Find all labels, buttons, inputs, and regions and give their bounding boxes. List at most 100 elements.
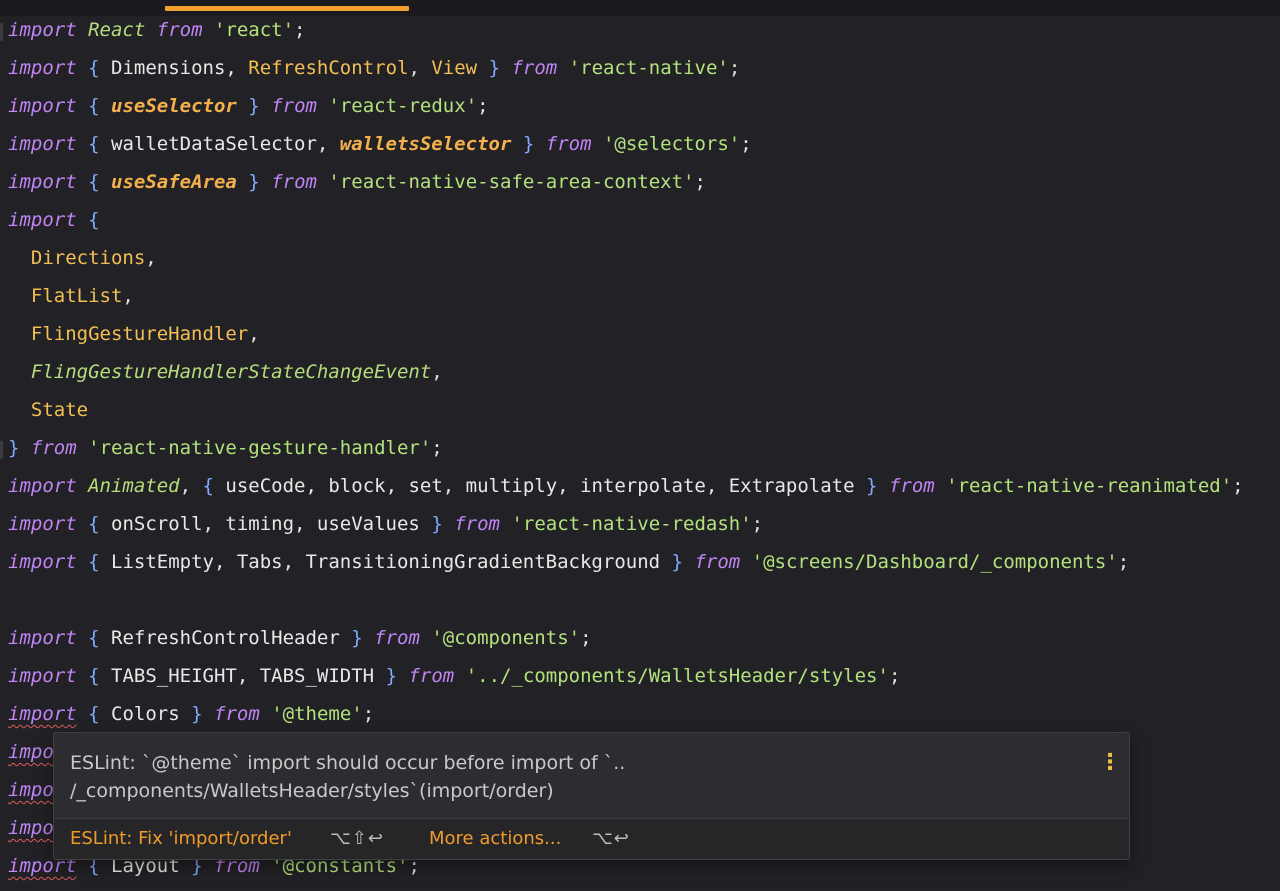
code-line-22: impo: [8, 813, 54, 843]
keyword: import: [8, 209, 77, 231]
keyword: import: [8, 95, 77, 117]
code-line-1: import React from 'react';: [8, 16, 306, 45]
code-line-9: FlingGestureHandler,: [8, 319, 260, 349]
identifier: ListEmpty, Tabs, TransitioningGradientBa…: [111, 551, 661, 573]
fold-marker[interactable]: [0, 441, 3, 459]
identifier: State: [30, 399, 89, 421]
brace: }: [351, 627, 363, 649]
brace: {: [88, 627, 100, 649]
string: 'react-native': [568, 57, 729, 79]
code-line-17: import { RefreshControlHeader } from '@c…: [8, 623, 592, 653]
keyword: impo: [8, 817, 54, 839]
keyword: import: [8, 627, 77, 649]
punctuation: ;: [694, 171, 706, 193]
identifier: Animated: [88, 475, 180, 497]
identifier: useCode, block, set, multiply, interpola…: [225, 475, 855, 497]
identifier: FlingGestureHandler: [30, 323, 249, 345]
keyword: from: [511, 57, 558, 79]
punctuation: ;: [728, 57, 741, 79]
punctuation: ;: [294, 19, 306, 41]
keyword: import: [8, 57, 77, 79]
active-tab-indicator[interactable]: [165, 6, 409, 11]
keyword: import: [8, 19, 77, 41]
punctuation: ,: [408, 57, 420, 79]
identifier: React: [88, 19, 146, 41]
keyword: impo: [8, 779, 54, 801]
brace: {: [88, 665, 100, 687]
brace: }: [522, 133, 535, 155]
code-line-5: import { useSafeArea } from 'react-nativ…: [8, 167, 706, 197]
identifier: useSafeArea: [111, 171, 237, 193]
editor-tab-bar: [0, 0, 1280, 16]
punctuation: ;: [740, 133, 752, 155]
punctuation: ;: [477, 95, 489, 117]
punctuation: ,: [248, 323, 260, 345]
identifier: walletsSelector: [339, 133, 512, 155]
more-actions-button[interactable]: More actions...: [429, 827, 561, 851]
brace: }: [488, 57, 501, 79]
fold-marker[interactable]: [0, 23, 3, 41]
code-line-13: import Animated, { useCode, block, set, …: [8, 471, 1244, 501]
identifier: walletDataSelector,: [111, 133, 329, 155]
punctuation: ;: [580, 627, 592, 649]
keyword: from: [888, 475, 935, 497]
code-line-10: FlingGestureHandlerStateChangeEvent,: [8, 357, 443, 387]
keyword: from: [214, 703, 260, 725]
punctuation: ;: [362, 703, 375, 725]
keyword: from: [694, 551, 741, 573]
brace: {: [88, 133, 100, 155]
eslint-tooltip-popup: ESLint: `@theme` import should occur bef…: [53, 732, 1130, 860]
keyword: from: [545, 133, 592, 155]
code-line-6: import {: [8, 205, 100, 235]
identifier: useSelector: [111, 95, 237, 117]
keyword: import: [8, 475, 77, 497]
brace: {: [88, 703, 100, 725]
more-options-icon[interactable]: ⋮: [1099, 751, 1121, 775]
string: 'react-native-safe-area-context': [328, 171, 695, 193]
identifier: FlingGestureHandlerStateChangeEvent: [30, 361, 432, 383]
brace: }: [671, 551, 683, 573]
code-line-11: State: [8, 395, 88, 425]
fix-shortcut-hint: ⌥⇧↩: [330, 828, 384, 849]
keyword: from: [408, 665, 455, 687]
brace: }: [431, 513, 443, 535]
code-line-7: Directions,: [8, 243, 157, 273]
punctuation: ;: [1232, 475, 1244, 497]
punctuation: ;: [431, 437, 443, 459]
keyword: import: [8, 513, 77, 535]
identifier: Colors: [111, 703, 180, 725]
fix-import-order-button[interactable]: ESLint: Fix 'import/order': [70, 827, 292, 851]
code-line-14: import { onScroll, timing, useValues } f…: [8, 509, 763, 539]
keyword: import: [8, 665, 77, 687]
identifier: RefreshControlHeader: [111, 627, 340, 649]
code-line-3: import { useSelector } from 'react-redux…: [8, 91, 489, 121]
brace: }: [866, 475, 878, 497]
punctuation: ,: [179, 475, 192, 497]
keyword: from: [156, 19, 203, 41]
brace: {: [202, 475, 214, 497]
brace: {: [88, 209, 100, 231]
keyword: from: [271, 95, 317, 117]
code-line-15: import { ListEmpty, Tabs, TransitioningG…: [8, 547, 1129, 577]
identifier: FlatList: [30, 285, 123, 307]
popup-actions-bar: ESLint: Fix 'import/order' ⌥⇧↩ More acti…: [54, 819, 1129, 859]
keyword: from: [374, 627, 420, 649]
brace: }: [8, 437, 20, 459]
punctuation: ;: [751, 513, 764, 535]
code-line-2: import { Dimensions, RefreshControl, Vie…: [8, 53, 740, 83]
eslint-error-keyword[interactable]: import: [8, 703, 77, 725]
string: 'react': [213, 19, 295, 41]
keyword: import: [8, 171, 77, 193]
code-line-21: impo: [8, 775, 54, 805]
code-line-19: import { Colors } from '@theme';: [8, 699, 374, 729]
code-line-12: } from 'react-native-gesture-handler';: [8, 433, 443, 463]
string: '@components': [431, 627, 581, 649]
identifier: Directions: [30, 247, 146, 269]
punctuation: ,: [145, 247, 157, 269]
keyword: impo: [8, 741, 54, 763]
brace: }: [385, 665, 398, 687]
eslint-message-line-1: ESLint: `@theme` import should occur bef…: [70, 752, 626, 774]
keyword: from: [30, 437, 77, 459]
identifier: Dimensions,: [111, 57, 237, 79]
punctuation: ;: [888, 665, 901, 687]
